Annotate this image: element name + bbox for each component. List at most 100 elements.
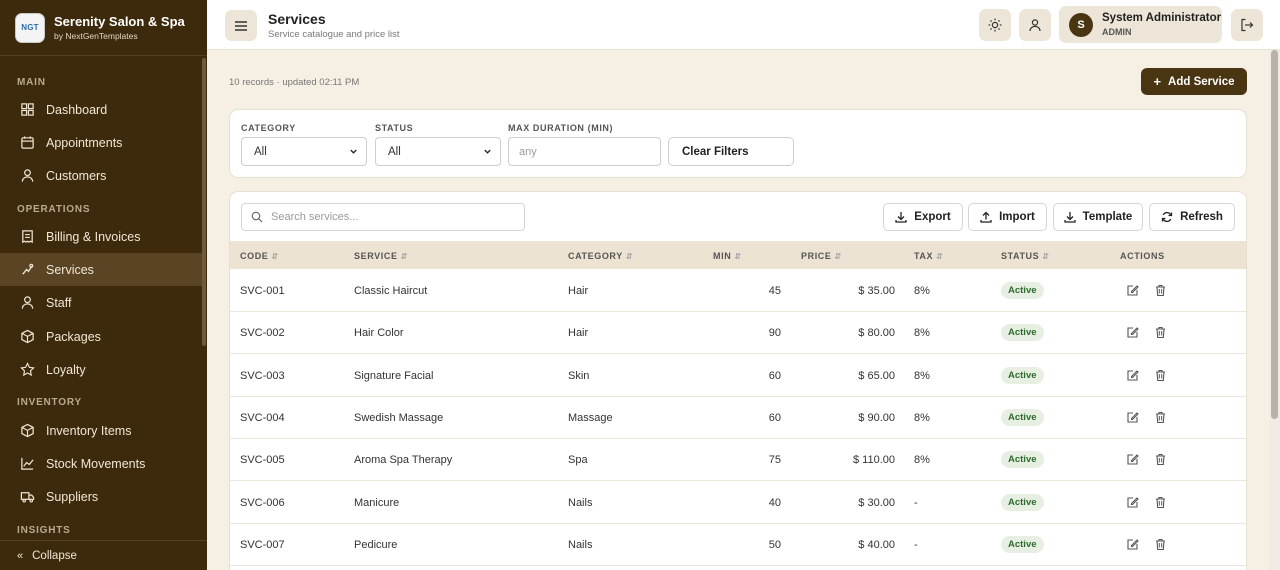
column-status[interactable]: STATUS ⇵ [1001,251,1050,261]
cell-service: Pedicure [354,538,398,551]
sidebar-item-services[interactable]: Services [0,253,203,286]
template-button[interactable]: Template [1053,203,1143,231]
export-label: Export [914,211,951,223]
cell-category: Skin [568,369,590,382]
menu-toggle-button[interactable] [225,10,257,41]
sidebar-item-stock-movements[interactable]: Stock Movements [0,447,203,480]
table-row[interactable]: SVC-004 Swedish Massage Massage 60 $ 90.00 8%… [230,397,1246,439]
sidebar-item-staff[interactable]: Staff [0,286,203,319]
sidebar-item-label: Stock Movements [46,456,146,471]
profile-button[interactable] [1019,9,1051,41]
table-row[interactable]: SVC-006 Manicure Nails 40 $ 30.00 - Active [230,482,1246,524]
chevron-left-icon: « [17,549,24,562]
status-select[interactable]: All [375,137,501,166]
cell-price: $ 90.00 [858,411,895,424]
cell-min: 40 [768,496,781,509]
clear-filters-button[interactable]: Clear Filters [668,137,794,166]
refresh-button[interactable]: Refresh [1149,203,1235,231]
table-row[interactable]: SVC-001 Classic Haircut Hair 45 $ 35.00 8% Act… [230,270,1246,312]
table-row[interactable]: SVC-007 Pedicure Nails 50 $ 40.00 - Active [230,524,1246,566]
collapse-button[interactable]: « Collapse [0,540,207,570]
logo-text: NGT [21,23,39,32]
sidebar-item-label: Suppliers [46,489,99,504]
package-icon [21,329,34,344]
cell-service: Classic Haircut [354,285,428,297]
sidebar-item-customers[interactable]: Customers [0,159,203,192]
sidebar: NGT Serenity Salon & Spa by NextGenTempl… [0,0,207,570]
search-input[interactable]: Search services... [241,203,525,231]
column-tax[interactable]: TAX ⇵ [914,251,943,261]
cell-code: SVC-001 [240,285,285,297]
user-icon [1029,19,1041,32]
template-label: Template [1082,211,1133,223]
max-duration-input[interactable]: any [508,137,661,166]
edit-icon[interactable] [1126,326,1139,339]
sort-icon: ⇵ [625,252,634,261]
sidebar-item-dashboard[interactable]: Dashboard [0,93,203,126]
sidebar-item-label: Inventory Items [46,423,132,438]
trash-icon[interactable] [1154,326,1167,339]
edit-icon[interactable] [1126,538,1139,551]
calendar-icon [21,136,34,149]
cell-price: $ 30.00 [858,496,895,509]
trash-icon[interactable] [1154,411,1167,424]
table-row[interactable]: SVC-002 Hair Color Hair 90 $ 80.00 8% Active [230,312,1246,355]
trash-icon[interactable] [1154,284,1167,297]
user-icon [21,169,34,182]
sidebar-item-inventory-items[interactable]: Inventory Items [0,414,203,447]
sidebar-item-packages[interactable]: Packages [0,320,203,353]
edit-icon[interactable] [1126,496,1139,509]
sidebar-item-appointments[interactable]: Appointments [0,126,203,159]
table-row[interactable]: SVC-005 Aroma Spa Therapy Spa 75 $ 110.00 8% A… [230,439,1246,482]
nav-section-main: MAIN [17,77,46,88]
brand-name: Serenity Salon & Spa [54,14,185,29]
column-category[interactable]: CATEGORY ⇵ [568,251,633,261]
star-icon [20,362,35,377]
sidebar-item-billing[interactable]: Billing & Invoices [0,220,203,253]
sidebar-item-label: Staff [46,295,72,310]
nav-section-inventory: INVENTORY [17,397,82,408]
status-filter-label: STATUS [375,123,414,133]
edit-icon[interactable] [1126,284,1139,297]
add-service-button[interactable]: + Add Service [1141,68,1247,95]
status-badge: Active [1001,493,1044,511]
cell-price: $ 80.00 [858,327,895,340]
trash-icon[interactable] [1154,538,1167,551]
duration-filter-label: MAX DURATION (MIN) [508,123,614,133]
brand-subtitle: by NextGenTemplates [54,31,138,41]
sidebar-scrollbar[interactable] [202,58,206,346]
category-select[interactable]: All [241,137,367,166]
hamburger-icon [235,20,247,31]
column-code[interactable]: CODE ⇵ [240,251,279,261]
import-button[interactable]: Import [968,203,1047,231]
column-min[interactable]: MIN ⇵ [713,251,742,261]
trash-icon[interactable] [1154,453,1167,466]
add-service-label: Add Service [1168,75,1235,88]
sidebar-item-loyalty[interactable]: Loyalty [0,353,203,386]
theme-toggle-button[interactable] [979,9,1011,41]
column-service[interactable]: SERVICE ⇵ [354,251,408,261]
cell-price: $ 110.00 [852,454,895,467]
column-label: PRICE [801,251,832,261]
cell-service: Signature Facial [354,369,434,382]
trash-icon[interactable] [1154,496,1167,509]
sort-icon: ⇵ [1042,252,1050,261]
brand[interactable]: NGT Serenity Salon & Spa by NextGenTempl… [0,0,207,56]
import-label: Import [999,211,1035,223]
export-button[interactable]: Export [883,203,963,231]
column-actions: ACTIONS [1120,251,1165,261]
cell-tax: 8% [914,327,930,340]
trash-icon[interactable] [1154,369,1167,382]
edit-icon[interactable] [1126,453,1139,466]
table-row[interactable]: SVC-003 Signature Facial Skin 60 $ 65.00 8% Ac… [230,355,1246,397]
edit-icon[interactable] [1126,411,1139,424]
page-scrollbar-thumb[interactable] [1271,50,1278,419]
column-price[interactable]: PRICE ⇵ [801,251,842,261]
logout-button[interactable] [1231,9,1263,41]
category-filter-label: CATEGORY [241,123,296,133]
sidebar-item-suppliers[interactable]: Suppliers [0,480,203,513]
cell-tax: - [914,538,918,551]
collapse-label: Collapse [32,549,77,562]
edit-icon[interactable] [1126,369,1139,382]
user-menu[interactable]: S System Administrator ADMIN [1059,6,1222,43]
